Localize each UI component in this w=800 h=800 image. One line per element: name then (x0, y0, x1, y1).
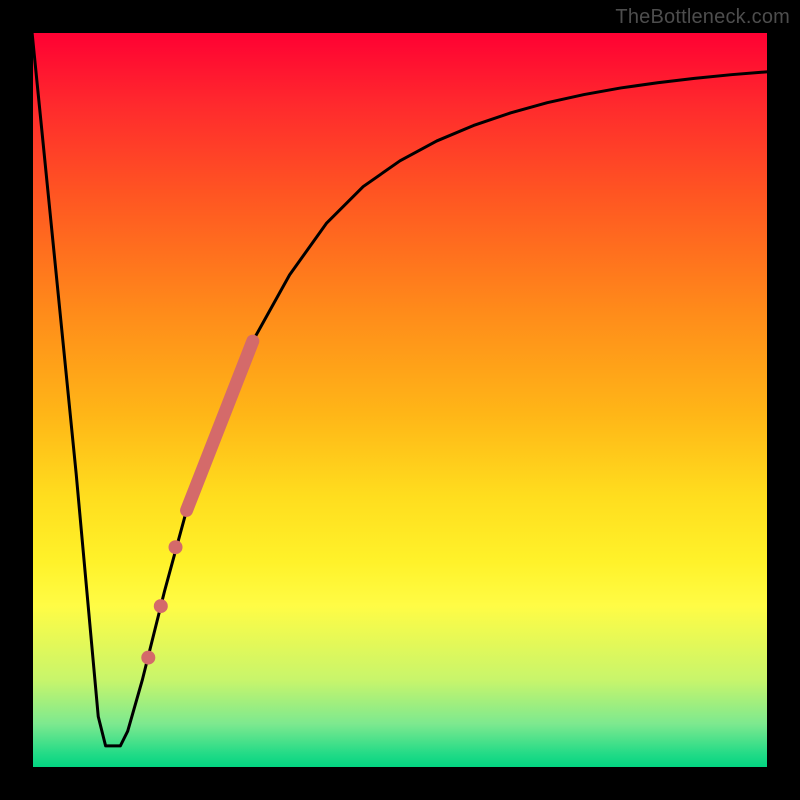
chart-svg (32, 32, 768, 768)
chart-frame: TheBottleneck.com (0, 0, 800, 800)
highlight-segment (187, 341, 253, 510)
dot-1 (169, 540, 183, 554)
marker-dots (141, 540, 182, 664)
plot-area (32, 32, 768, 768)
main-curve (32, 32, 768, 746)
dot-3 (141, 651, 155, 665)
attribution-text: TheBottleneck.com (615, 6, 790, 29)
dot-2 (154, 599, 168, 613)
